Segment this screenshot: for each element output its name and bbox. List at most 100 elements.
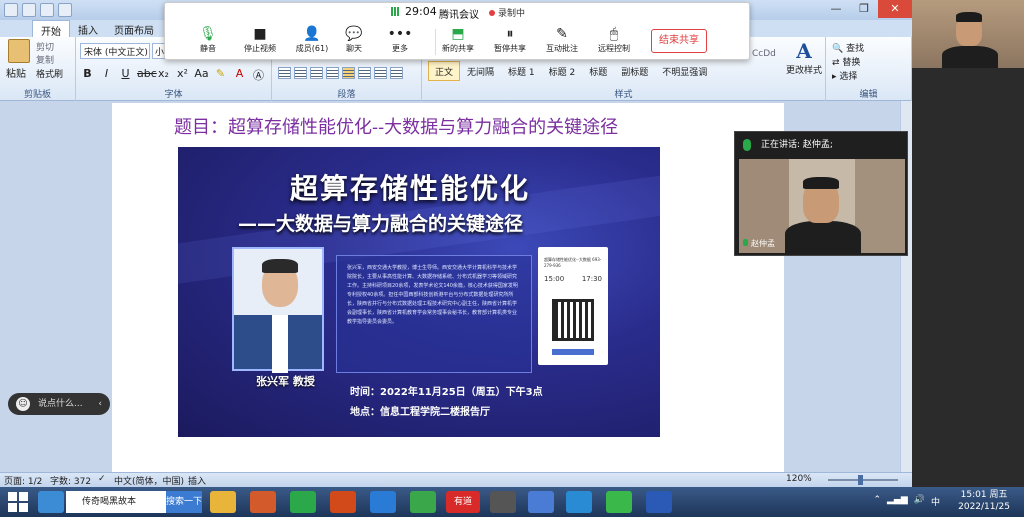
- video-camera-icon: ■: [253, 26, 267, 42]
- pause-share-button[interactable]: ⏸ 暂停共享: [485, 25, 535, 54]
- proofing-icon[interactable]: ✓: [98, 474, 106, 484]
- distributed-icon[interactable]: [342, 67, 355, 79]
- word-count[interactable]: 字数: 372: [50, 474, 91, 487]
- underline-button[interactable]: U: [118, 67, 133, 83]
- taskbar-app-video[interactable]: [566, 491, 592, 513]
- align-left-icon[interactable]: [278, 67, 291, 79]
- taskbar-app-store[interactable]: [290, 491, 316, 513]
- page-count[interactable]: 页面: 1/2: [4, 474, 42, 487]
- more-button[interactable]: ••• 更多: [375, 25, 425, 54]
- taskbar-app-wechat[interactable]: [606, 491, 632, 513]
- copy-button[interactable]: 复制: [36, 53, 54, 66]
- borders-icon[interactable]: [390, 67, 403, 79]
- zoom-slider-thumb[interactable]: [858, 475, 863, 485]
- group-label: 编辑: [859, 90, 878, 100]
- strikethrough-button[interactable]: abc: [137, 67, 157, 83]
- maximize-button[interactable]: ❐: [850, 0, 878, 18]
- poster-image[interactable]: 超算存储性能优化 ——大数据与算力融合的关键途径 张兴军 教授 张兴军，西安交通…: [178, 147, 660, 437]
- justify-icon[interactable]: [326, 67, 339, 79]
- paste-icon[interactable]: [8, 39, 30, 63]
- chat-placeholder: 说点什么...: [38, 399, 83, 409]
- document-page[interactable]: 题目：超算存储性能优化--大数据与算力融合的关键途径 超算存储性能优化 ——大数…: [112, 103, 784, 472]
- clock-time: 15:01 周五: [960, 490, 1008, 500]
- highlight-icon[interactable]: ✎: [213, 67, 228, 83]
- taskbar-app-gray[interactable]: [490, 491, 516, 513]
- taskbar-app-tool[interactable]: [250, 491, 276, 513]
- poster-title: 超算存储性能优化: [290, 172, 531, 205]
- self-video[interactable]: [912, 0, 1024, 68]
- redo-icon[interactable]: [40, 3, 54, 17]
- speaker-status: 正在讲话: 赵仲孟;: [761, 140, 833, 150]
- taskbar-app-green[interactable]: [410, 491, 436, 513]
- network-icon[interactable]: ▂▄▆: [887, 495, 908, 508]
- stop-video-button[interactable]: ■ 停止视频: [235, 25, 285, 54]
- chat-button[interactable]: 💬 聊天: [329, 25, 379, 54]
- font-color-icon[interactable]: A: [232, 67, 247, 83]
- italic-button[interactable]: I: [99, 67, 114, 83]
- change-styles-button[interactable]: A 更改样式: [784, 39, 824, 76]
- input-language[interactable]: 中: [931, 495, 940, 508]
- volume-icon[interactable]: 🔊: [914, 495, 925, 508]
- undo-icon[interactable]: [22, 3, 36, 17]
- clock[interactable]: 15:01 周五 2022/11/25: [958, 489, 1010, 513]
- chevron-left-icon[interactable]: ‹: [98, 393, 102, 415]
- taskbar-app-chrome[interactable]: [38, 491, 64, 513]
- tab-page-layout[interactable]: 页面布局: [106, 20, 162, 37]
- speaker-panel[interactable]: 正在讲话: 赵仲孟; 赵仲孟: [734, 131, 908, 256]
- print-icon[interactable]: [58, 3, 72, 17]
- taskbar-app-youdao[interactable]: 有道: [446, 491, 480, 513]
- emoji-icon[interactable]: ☺: [16, 397, 30, 411]
- taskbar-app-ie[interactable]: [370, 491, 396, 513]
- style-subtle-emphasis[interactable]: 不明显强调: [655, 61, 714, 81]
- superscript-button[interactable]: x²: [175, 67, 190, 83]
- end-share-button[interactable]: 结束共享: [651, 29, 707, 53]
- char-border-icon[interactable]: Ⓐ: [251, 67, 266, 83]
- mute-button[interactable]: 🎙 静音: [183, 25, 233, 54]
- style-no-spacing[interactable]: 无间隔: [460, 61, 501, 81]
- taskbar-app-word[interactable]: [646, 491, 672, 513]
- zoom-level[interactable]: 120%: [786, 474, 812, 484]
- style-subtitle[interactable]: 副标题: [614, 61, 655, 81]
- style-heading-1[interactable]: 标题 1: [501, 61, 542, 81]
- start-button[interactable]: [8, 492, 28, 512]
- tab-insert[interactable]: 插入: [70, 20, 106, 37]
- clock-date: 2022/11/25: [958, 502, 1010, 512]
- align-right-icon[interactable]: [310, 67, 323, 79]
- photo-hair: [262, 259, 298, 273]
- font-name-select[interactable]: 宋体 (中文正文): [80, 43, 150, 59]
- bold-button[interactable]: B: [80, 67, 95, 83]
- insert-mode[interactable]: 插入: [188, 474, 206, 487]
- taskbar-app-office[interactable]: [330, 491, 356, 513]
- style-title[interactable]: 标题: [582, 61, 614, 81]
- remote-control-button[interactable]: 🖱 远程控制: [589, 25, 639, 54]
- recording-indicator[interactable]: 录制中: [489, 6, 525, 19]
- select-button[interactable]: ▸ 选择: [832, 69, 857, 82]
- shading-icon[interactable]: [374, 67, 387, 79]
- style-normal[interactable]: 正文: [428, 61, 461, 81]
- find-button[interactable]: 🔍 查找: [832, 41, 864, 54]
- format-painter-button[interactable]: 格式刷: [36, 67, 63, 80]
- taskbar-app-tencent-meeting[interactable]: [528, 491, 554, 513]
- language-status[interactable]: 中文(简体，中国): [114, 474, 184, 487]
- tray-arrow-icon[interactable]: ⌃: [873, 495, 881, 508]
- tab-home[interactable]: 开始: [32, 20, 70, 38]
- line-spacing-icon[interactable]: [358, 67, 371, 79]
- zoom-slider[interactable]: [828, 479, 898, 481]
- replace-button[interactable]: ⇄ 替换: [832, 55, 860, 68]
- new-share-button[interactable]: ⬒ 新的共享: [433, 25, 483, 54]
- taskbar-app-explorer[interactable]: [210, 491, 236, 513]
- save-icon[interactable]: [4, 3, 18, 17]
- annotation-button[interactable]: ✎ 互动批注: [537, 25, 587, 54]
- paste-button[interactable]: 粘贴: [6, 65, 26, 80]
- taskbar-search-button[interactable]: 搜索一下: [166, 491, 202, 513]
- align-center-icon[interactable]: [294, 67, 307, 79]
- change-case-button[interactable]: Aa: [194, 67, 209, 83]
- close-button[interactable]: ✕: [878, 0, 912, 18]
- style-heading-2[interactable]: 标题 2: [542, 61, 583, 81]
- cut-button[interactable]: 剪切: [36, 40, 54, 53]
- minimize-button[interactable]: —: [822, 0, 850, 18]
- subscript-button[interactable]: x₂: [156, 67, 171, 83]
- clipboard-group: 粘贴 剪切 复制 格式刷 剪贴板: [0, 37, 76, 101]
- taskbar-search-input[interactable]: 传奇喝黑故本: [66, 491, 166, 513]
- chat-input[interactable]: ☺ 说点什么... ‹: [8, 393, 110, 415]
